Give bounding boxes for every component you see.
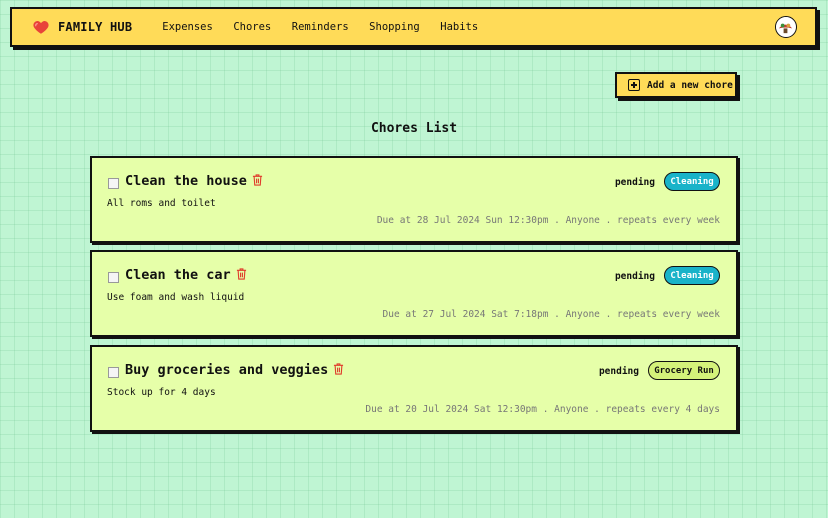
- add-chore-label: Add a new chore: [647, 79, 733, 91]
- chore-checkbox[interactable]: [108, 272, 119, 283]
- chore-card: Clean the car Use foam and wash liquid p…: [90, 250, 738, 337]
- nav-link-shopping[interactable]: Shopping: [369, 21, 420, 33]
- chore-title-row: Clean the car: [125, 267, 247, 283]
- category-tag: Grocery Run: [648, 361, 720, 380]
- nav-link-expenses[interactable]: Expenses: [162, 21, 213, 33]
- chore-title: Buy groceries and veggies: [125, 362, 329, 378]
- chore-checkbox[interactable]: [108, 367, 119, 378]
- chore-description: Use foam and wash liquid: [107, 292, 245, 303]
- nav-link-chores[interactable]: Chores: [233, 21, 271, 33]
- brand-name: FAMILY HUB: [58, 20, 133, 34]
- status-badge: pending: [598, 366, 639, 377]
- trash-icon[interactable]: [252, 174, 263, 186]
- chore-meta: Due at 20 Jul 2024 Sat 12:30pm . Anyone …: [365, 404, 720, 415]
- add-chore-button[interactable]: Add a new chore: [615, 72, 737, 98]
- chore-checkbox[interactable]: [108, 178, 119, 189]
- chore-title-row: Buy groceries and veggies: [125, 362, 344, 378]
- chore-meta: Due at 28 Jul 2024 Sun 12:30pm . Anyone …: [376, 215, 720, 226]
- plus-square-icon: [628, 79, 640, 91]
- chore-card: Buy groceries and veggies Stock up for 4…: [90, 345, 738, 432]
- heart-icon: [33, 21, 49, 34]
- brand[interactable]: FAMILY HUB: [32, 18, 132, 36]
- chore-title-row: Clean the house: [125, 173, 263, 189]
- category-tag: Cleaning: [664, 172, 720, 191]
- chore-title: Clean the car: [125, 267, 231, 283]
- page-title: Chores List: [370, 121, 458, 136]
- chore-description: All roms and toilet: [107, 198, 216, 209]
- chore-card: Clean the house All roms and toilet pend…: [90, 156, 738, 243]
- chore-meta: Due at 27 Jul 2024 Sat 7:18pm . Anyone .…: [382, 309, 720, 320]
- chore-title: Clean the house: [125, 173, 247, 189]
- navbar: FAMILY HUB Expenses Chores Reminders Sho…: [10, 7, 817, 47]
- nav-link-reminders[interactable]: Reminders: [292, 21, 349, 33]
- status-badge: pending: [614, 177, 655, 188]
- chore-description: Stock up for 4 days: [107, 387, 216, 398]
- status-badge: pending: [614, 271, 655, 282]
- nav-link-habits[interactable]: Habits: [440, 21, 478, 33]
- category-tag: Cleaning: [664, 266, 720, 285]
- nav-links: Expenses Chores Reminders Shopping Habit…: [162, 21, 498, 33]
- avatar-icon: [776, 17, 795, 36]
- avatar[interactable]: [775, 16, 797, 38]
- trash-icon[interactable]: [236, 268, 247, 280]
- trash-icon[interactable]: [333, 363, 344, 375]
